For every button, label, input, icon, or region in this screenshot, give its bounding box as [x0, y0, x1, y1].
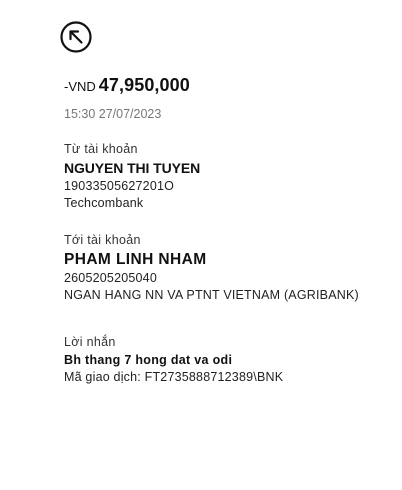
- amount-currency: -VND: [64, 79, 96, 94]
- to-account-section: Tới tài khoản PHAM LINH NHAM 26052052050…: [64, 231, 359, 304]
- note-message: Bh thang 7 hong dat va odi: [64, 353, 233, 367]
- to-account-bank: NGAN HANG NN VA PTNT VIETNAM (AGRIBANK): [64, 288, 359, 302]
- to-account-name: PHAM LINH NHAM: [64, 251, 207, 268]
- from-account-bank: Techcombank: [64, 196, 144, 210]
- from-account-label: Từ tài khoản: [64, 142, 138, 156]
- from-account-section: Từ tài khoản NGUYEN THI TUYEN 1903350562…: [64, 140, 200, 212]
- note-section: Lời nhắn Bh thang 7 hong dat va odi Mã g…: [64, 333, 283, 386]
- to-account-number: 2605205205040: [64, 271, 157, 285]
- note-label: Lời nhắn: [64, 335, 116, 349]
- from-account-number: 19033505627201O: [64, 179, 175, 193]
- from-account-name: NGUYEN THI TUYEN: [64, 160, 201, 176]
- transaction-amount: -VND 47,950,000: [64, 74, 190, 98]
- back-button[interactable]: [60, 21, 92, 53]
- transaction-detail-screen: -VND 47,950,000 15:30 27/07/2023 Từ tài k…: [0, 0, 402, 490]
- arrow-up-left-circle-icon: [60, 21, 92, 53]
- transaction-reference: Mã giao dịch: FT2735888712389\BNK: [64, 370, 284, 384]
- amount-value: 47,950,000: [98, 75, 190, 95]
- to-account-label: Tới tài khoản: [64, 233, 141, 247]
- transaction-datetime: 15:30 27/07/2023: [64, 107, 162, 121]
